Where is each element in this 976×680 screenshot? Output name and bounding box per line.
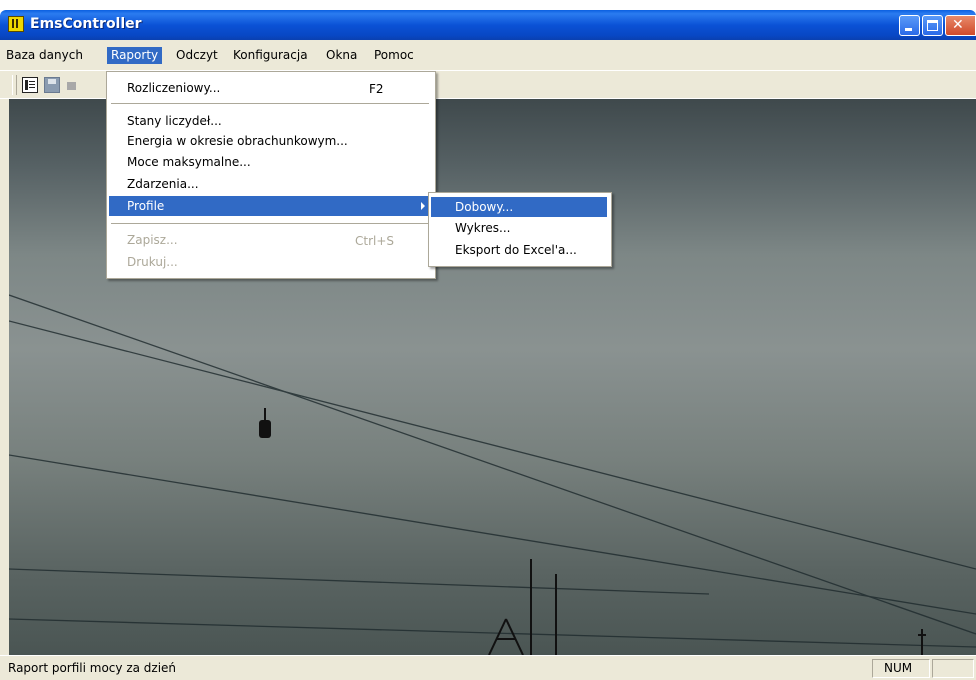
report-icon[interactable] <box>22 77 38 93</box>
menu-item-label: Dobowy... <box>455 200 514 214</box>
menu-item-label: Zdarzenia... <box>127 177 199 191</box>
menu-item-label: Energia w okresie obrachunkowym... <box>127 134 348 148</box>
client-frame <box>0 99 9 655</box>
maximize-button[interactable] <box>922 15 943 36</box>
menu-item-label: Profile <box>127 199 165 213</box>
menu-raporty[interactable]: Raporty <box>107 47 163 64</box>
menu-item-drukuj[interactable]: Drukuj... <box>109 252 431 272</box>
status-pane <box>932 659 974 678</box>
menu-item-zdarzenia[interactable]: Zdarzenia... <box>109 174 431 194</box>
app-icon[interactable] <box>8 16 24 32</box>
menu-item-stany-liczydel[interactable]: Stany liczydeł... <box>109 111 431 131</box>
submenu-arrow-icon <box>421 202 425 210</box>
profile-submenu: Dobowy... Wykres... Eksport do Excel'a..… <box>428 192 612 267</box>
shortcut-label: Ctrl+S <box>355 234 395 248</box>
menu-item-label: Rozliczeniowy... <box>127 81 221 95</box>
distant-tower-icon <box>918 629 926 655</box>
menu-item-dobowy[interactable]: Dobowy... <box>431 197 607 217</box>
menu-item-label: Eksport do Excel'a... <box>455 243 577 257</box>
menu-baza-danych[interactable]: Baza danych <box>2 47 87 64</box>
menu-item-eksport-excel[interactable]: Eksport do Excel'a... <box>431 240 607 260</box>
minimize-button[interactable] <box>899 15 920 36</box>
menu-konfiguracja[interactable]: Konfiguracja <box>229 47 312 64</box>
menu-item-wykres[interactable]: Wykres... <box>431 218 607 238</box>
menu-item-label: Moce maksymalne... <box>127 155 251 169</box>
toolbar-grip[interactable] <box>12 75 17 95</box>
status-bar: Raport porfili mocy za dzień NUM <box>0 655 976 680</box>
menu-separator <box>111 103 429 104</box>
menu-item-profile[interactable]: Profile <box>109 196 431 216</box>
menu-odczyt[interactable]: Odczyt <box>172 47 222 64</box>
menu-okna[interactable]: Okna <box>322 47 361 64</box>
window-title: EmsController <box>30 16 142 32</box>
gondola-icon <box>259 408 271 438</box>
print-icon[interactable] <box>66 77 76 93</box>
antenna-mast-icon <box>488 559 557 655</box>
status-text: Raport porfili mocy za dzień <box>8 661 177 675</box>
save-icon[interactable] <box>44 77 60 93</box>
close-button[interactable] <box>945 15 976 36</box>
title-bar: EmsController <box>0 10 976 40</box>
shortcut-label: F2 <box>369 82 384 96</box>
menu-item-moce-maksymalne[interactable]: Moce maksymalne... <box>109 152 431 172</box>
menu-item-label: Wykres... <box>455 221 511 235</box>
raporty-dropdown: Rozliczeniowy... F2 Stany liczydeł... En… <box>106 71 436 279</box>
menu-item-label: Drukuj... <box>127 255 178 269</box>
num-lock-indicator: NUM <box>884 661 913 675</box>
menu-separator <box>111 223 429 224</box>
menu-item-label: Zapisz... <box>127 233 178 247</box>
menu-item-energia[interactable]: Energia w okresie obrachunkowym... <box>109 131 431 151</box>
menu-pomoc[interactable]: Pomoc <box>370 47 418 64</box>
menu-bar: Baza danych Raporty Odczyt Konfiguracja … <box>0 40 976 70</box>
menu-item-label: Stany liczydeł... <box>127 114 222 128</box>
